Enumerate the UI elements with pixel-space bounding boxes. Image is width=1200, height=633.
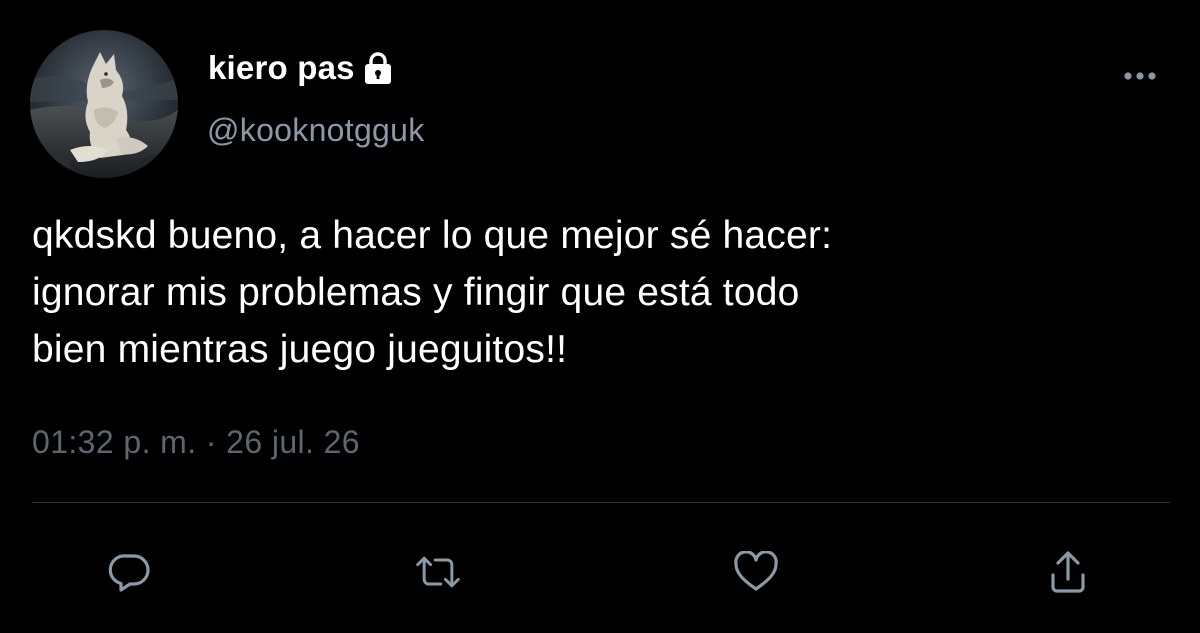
more-icon[interactable]: [1116, 64, 1164, 88]
retweet-icon: [416, 556, 460, 588]
tweet-timestamp[interactable]: 01:32 p. m. · 26 jul. 26: [32, 424, 360, 461]
lock-icon: [363, 51, 393, 85]
reply-icon: [108, 554, 150, 592]
tweet-text: qkdskd bueno, a hacer lo que mejor sé ha…: [32, 214, 833, 371]
user-handle[interactable]: @kooknotgguk: [207, 112, 425, 149]
reply-button[interactable]: [106, 548, 154, 596]
like-button[interactable]: [732, 548, 780, 596]
divider: [32, 502, 1170, 503]
retweet-button[interactable]: [414, 548, 462, 596]
tweet-card: kiero pas @kooknotgguk qkdskd bueno, a h…: [0, 0, 1200, 633]
share-button[interactable]: [1044, 548, 1092, 596]
share-icon: [1051, 551, 1085, 593]
display-name[interactable]: kiero pas: [208, 49, 355, 87]
wolf-avatar-icon: [30, 30, 178, 178]
avatar[interactable]: [30, 30, 178, 178]
heart-icon: [734, 551, 778, 591]
display-name-row[interactable]: kiero pas: [208, 48, 393, 88]
